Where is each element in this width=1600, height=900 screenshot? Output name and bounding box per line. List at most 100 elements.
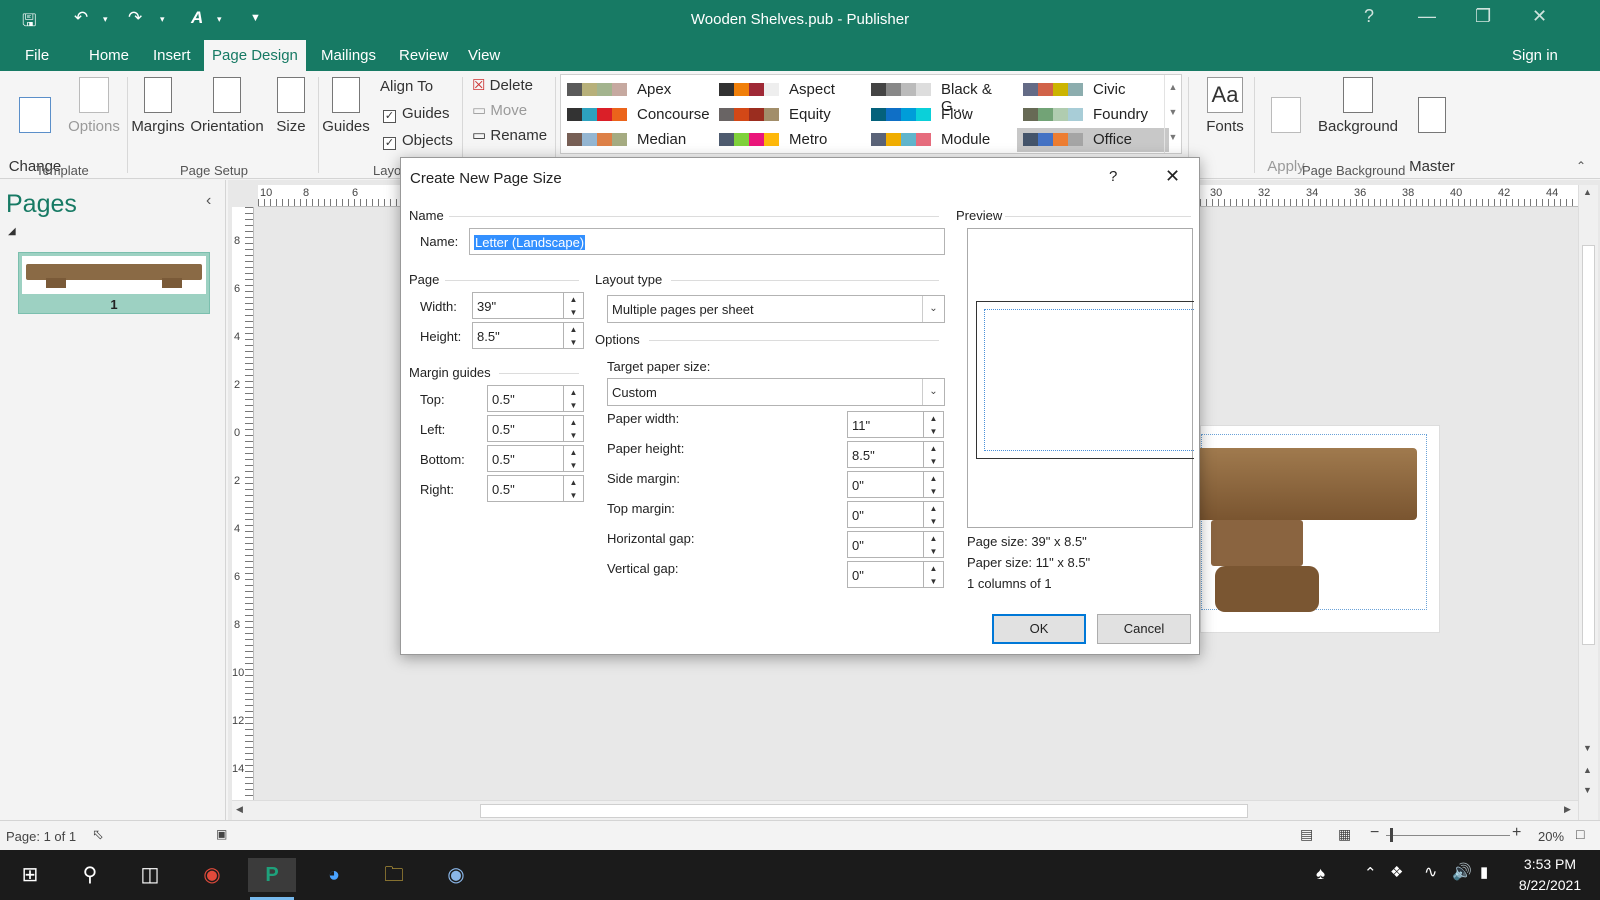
normal-view-icon[interactable]: ▤ xyxy=(1300,826,1313,843)
expand-triangle-icon[interactable]: ◢ xyxy=(8,226,16,237)
change-template-button[interactable]: Change Template xyxy=(4,77,66,197)
theme-concourse[interactable]: Concourse xyxy=(561,103,713,127)
zoom-slider[interactable] xyxy=(1386,835,1510,836)
theme-apex[interactable]: Apex xyxy=(561,78,713,102)
zoom-level[interactable]: 20% xyxy=(1538,829,1564,844)
name-input[interactable]: Letter (Landscape) xyxy=(469,228,945,255)
theme-flow[interactable]: Flow xyxy=(865,103,1017,127)
task-view-icon[interactable]: ◫ xyxy=(126,858,174,892)
scroll-up-icon[interactable]: ▲ xyxy=(1583,187,1592,197)
vertical-gap-input[interactable]: 0" xyxy=(847,561,924,588)
chrome-icon[interactable]: ◉ xyxy=(188,858,236,892)
prev-page-icon[interactable]: ▲ xyxy=(1583,765,1592,775)
options-button[interactable]: Options xyxy=(66,77,122,137)
document-page[interactable] xyxy=(1195,425,1440,633)
two-page-view-icon[interactable]: ▦ xyxy=(1338,826,1351,843)
collapse-ribbon-icon[interactable]: ⌃ xyxy=(1576,159,1586,173)
layout-type-dropdown[interactable]: Multiple pages per sheet ⌄ xyxy=(607,295,945,323)
theme-office[interactable]: Office xyxy=(1017,128,1169,152)
align-guides-checkbox[interactable]: ✓ Guides xyxy=(383,104,450,124)
help-icon[interactable]: ? xyxy=(1364,6,1374,27)
sign-in-link[interactable]: Sign in xyxy=(1512,47,1558,64)
page-count-status[interactable]: Page: 1 of 1 xyxy=(6,829,76,844)
tab-page-design[interactable]: Page Design xyxy=(204,40,306,71)
top-margin-input[interactable]: 0" xyxy=(847,501,924,528)
target-paper-size-dropdown[interactable]: Custom ⌄ xyxy=(607,378,945,406)
delete-page-button[interactable]: ☒ Delete xyxy=(472,76,533,96)
theme-civic[interactable]: Civic xyxy=(1017,78,1169,102)
scroll-down-icon[interactable]: ▼ xyxy=(1583,743,1592,753)
horizontal-scroll-thumb[interactable] xyxy=(480,804,1248,818)
paper-width-input[interactable]: 11" xyxy=(847,411,924,438)
left-margin-guide-input[interactable]: 0.5" xyxy=(487,415,564,442)
show-hidden-icons[interactable]: ⌃ xyxy=(1364,864,1377,882)
paper-width-spinner[interactable]: ▲ ▼ xyxy=(924,411,944,438)
background-button[interactable]: Background xyxy=(1316,77,1400,137)
edge-icon[interactable]: ◕ xyxy=(310,858,358,892)
vertical-ruler[interactable]: 8 6 4 2 0 2 4 6 8 10 12 14 xyxy=(232,207,254,807)
cancel-button[interactable]: Cancel xyxy=(1097,614,1191,644)
paint-icon[interactable]: ◉ xyxy=(432,858,480,892)
height-input[interactable]: 8.5" xyxy=(472,322,564,349)
scroll-right-icon[interactable]: ▶ xyxy=(1564,804,1571,815)
people-icon[interactable]: ♠ xyxy=(1316,864,1325,884)
theme-equity[interactable]: Equity xyxy=(713,103,865,127)
bottom-margin-guide-input[interactable]: 0.5" xyxy=(487,445,564,472)
restore-icon[interactable]: ❐ xyxy=(1475,6,1491,27)
rename-page-button[interactable]: ▭ Rename xyxy=(472,126,547,146)
battery-icon[interactable]: ▮ xyxy=(1480,863,1488,881)
tab-view[interactable]: View xyxy=(468,47,500,64)
close-window-icon[interactable]: ✕ xyxy=(1532,6,1547,27)
align-objects-checkbox[interactable]: ✓ Objects xyxy=(383,131,453,151)
fit-page-icon[interactable]: □ xyxy=(1576,826,1584,842)
tab-home[interactable]: Home xyxy=(89,47,129,64)
top-margin-guide-input[interactable]: 0.5" xyxy=(487,385,564,412)
wifi-icon[interactable]: ∿ xyxy=(1424,862,1437,882)
theme-metro[interactable]: Metro xyxy=(713,128,865,152)
zoom-out-icon[interactable]: − xyxy=(1370,824,1379,842)
side-margin-spinner[interactable]: ▲ ▼ xyxy=(924,471,944,498)
top-margin-guide-spinner[interactable]: ▲ ▼ xyxy=(564,385,584,412)
theme-black-g[interactable]: Black & G... xyxy=(865,78,1017,115)
size-button[interactable]: Size xyxy=(271,77,311,137)
collapse-pane-icon[interactable]: ‹ xyxy=(206,192,211,210)
height-spinner[interactable]: ▲ ▼ xyxy=(564,322,584,349)
dropbox-icon[interactable]: ❖ xyxy=(1390,863,1403,881)
clock-date[interactable]: 8/22/2021 xyxy=(1506,877,1594,893)
width-spinner[interactable]: ▲ ▼ xyxy=(564,292,584,319)
gallery-scrollbar[interactable]: ▲ ▼ ▼ xyxy=(1164,75,1181,153)
tab-mailings[interactable]: Mailings xyxy=(321,47,376,64)
zoom-slider-thumb[interactable] xyxy=(1390,828,1393,842)
horizontal-gap-input[interactable]: 0" xyxy=(847,531,924,558)
minimize-icon[interactable]: — xyxy=(1418,6,1436,27)
tab-file[interactable]: File xyxy=(25,47,49,64)
page-thumbnail[interactable]: 1 xyxy=(18,252,210,314)
vertical-gap-spinner[interactable]: ▲ ▼ xyxy=(924,561,944,588)
next-page-icon[interactable]: ▼ xyxy=(1583,785,1592,795)
tab-insert[interactable]: Insert xyxy=(153,47,191,64)
windows-start-icon[interactable]: ⊞ xyxy=(6,858,54,892)
macro-icon[interactable]: ▣ xyxy=(216,827,227,841)
tab-review[interactable]: Review xyxy=(399,47,448,64)
master-pages-button[interactable]: Master Pages xyxy=(1404,77,1460,197)
theme-aspect[interactable]: Aspect xyxy=(713,78,865,102)
fonts-button[interactable]: Aa Fonts xyxy=(1204,77,1246,137)
margins-button[interactable]: Margins xyxy=(131,77,185,137)
vertical-scroll-thumb[interactable] xyxy=(1582,245,1595,645)
clock-time[interactable]: 3:53 PM xyxy=(1510,856,1590,872)
search-icon[interactable]: ⚲ xyxy=(66,858,114,892)
theme-module[interactable]: Module xyxy=(865,128,1017,152)
right-margin-guide-spinner[interactable]: ▲ ▼ xyxy=(564,475,584,502)
shelf-image[interactable] xyxy=(1195,448,1417,520)
dialog-close-icon[interactable]: ✕ xyxy=(1165,166,1180,187)
right-margin-guide-input[interactable]: 0.5" xyxy=(487,475,564,502)
paper-height-input[interactable]: 8.5" xyxy=(847,441,924,468)
ok-button[interactable]: OK xyxy=(992,614,1086,644)
theme-foundry[interactable]: Foundry xyxy=(1017,103,1169,127)
vertical-scrollbar[interactable]: ▲ ▼ ▲ ▼ xyxy=(1578,185,1598,825)
horizontal-gap-spinner[interactable]: ▲ ▼ xyxy=(924,531,944,558)
paper-height-spinner[interactable]: ▲ ▼ xyxy=(924,441,944,468)
publisher-icon[interactable]: P xyxy=(248,858,296,892)
theme-median[interactable]: Median xyxy=(561,128,713,152)
scroll-left-icon[interactable]: ◀ xyxy=(236,804,243,815)
